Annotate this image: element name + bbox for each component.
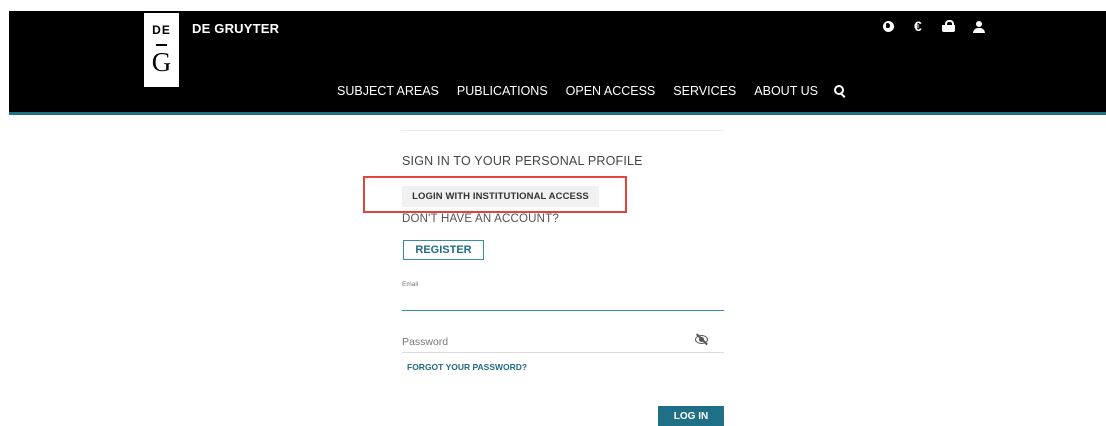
password-field[interactable] (402, 332, 724, 353)
login-button[interactable]: LOG IN (658, 406, 724, 426)
nav-services[interactable]: SERVICES (673, 84, 736, 98)
form-top-divider (402, 130, 724, 131)
brand-name[interactable]: DE GRUYTER (192, 21, 279, 36)
eye-slash-icon[interactable] (695, 333, 709, 346)
forgot-password-link[interactable]: FORGOT YOUR PASSWORD? (407, 362, 527, 372)
header-utility-icons: € (881, 18, 1001, 35)
register-button[interactable]: REGISTER (403, 240, 484, 260)
de-gruyter-logo[interactable]: DE G (144, 13, 179, 87)
nav-subject-areas[interactable]: SUBJECT AREAS (337, 84, 439, 98)
logo-g-text: G (151, 47, 172, 77)
euro-icon[interactable]: € (911, 18, 927, 35)
no-account-text: DON'T HAVE AN ACCOUNT? (402, 213, 559, 225)
search-icon[interactable] (833, 85, 846, 98)
logo-de-text: DE (152, 23, 171, 37)
euro-symbol: € (914, 18, 922, 34)
globe-icon[interactable] (881, 19, 897, 35)
user-icon[interactable] (971, 19, 987, 35)
nav-about-us[interactable]: ABOUT US (754, 84, 818, 98)
institutional-access-button[interactable]: LOGIN WITH INSTITUTIONAL ACCESS (402, 186, 599, 207)
nav-open-access[interactable]: OPEN ACCESS (566, 84, 656, 98)
main-nav: SUBJECT AREAS PUBLICATIONS OPEN ACCESS S… (337, 84, 846, 98)
email-field[interactable] (402, 290, 724, 311)
basket-icon[interactable] (941, 19, 957, 35)
header-accent-stripe (9, 112, 1106, 115)
nav-publications[interactable]: PUBLICATIONS (457, 84, 548, 98)
email-label: Email (402, 281, 419, 288)
logo-divider (156, 44, 167, 46)
signin-title: SIGN IN TO YOUR PERSONAL PROFILE (402, 154, 643, 168)
